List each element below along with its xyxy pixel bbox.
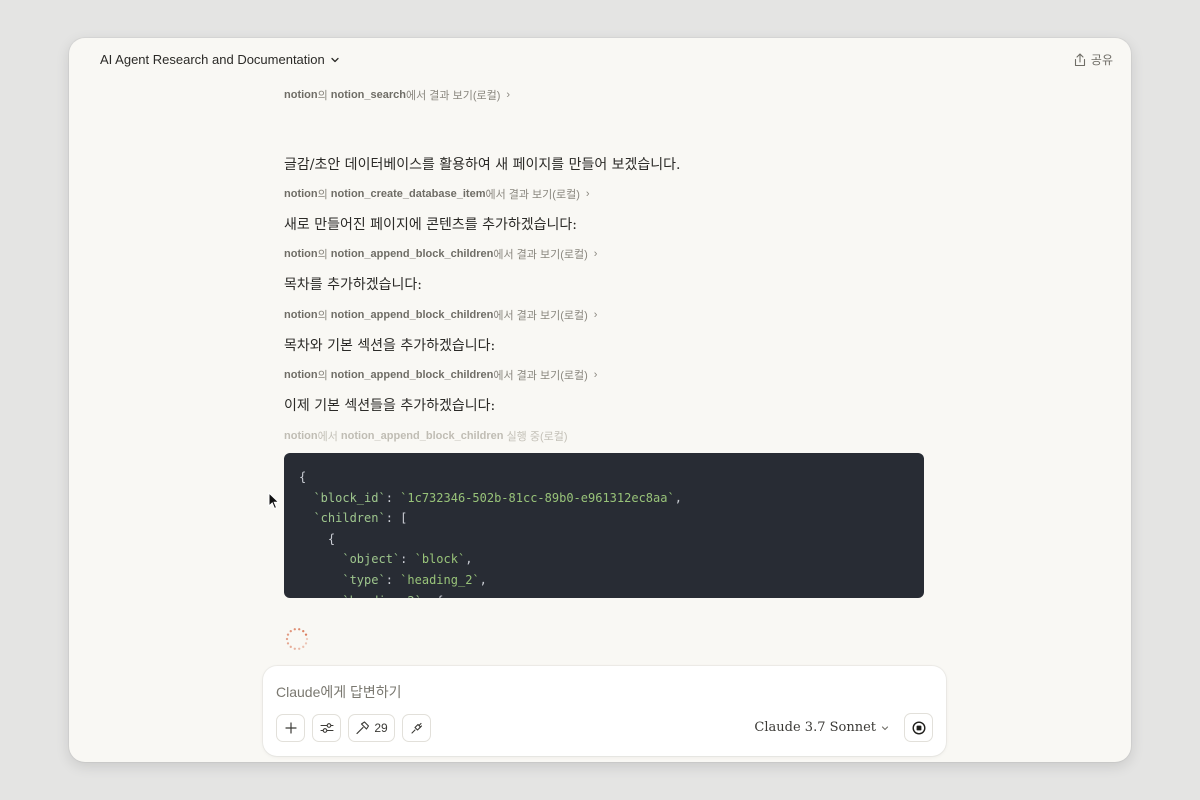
assistant-message: 글감/초안 데이터베이스를 활용하여 새 페이지를 만들어 보겠습니다.	[284, 157, 681, 173]
spinner-dot	[285, 637, 289, 641]
tools-count: 29	[374, 721, 388, 735]
integrations-button[interactable]	[402, 714, 431, 742]
tool-suffix: 에서 결과 보기(로컬)	[485, 189, 580, 201]
spinner-dot	[302, 645, 305, 648]
tool-name: notion_create_database_item	[330, 188, 486, 200]
stop-icon	[911, 720, 926, 735]
tool-name: notion_append_block_children	[330, 248, 494, 260]
tool-server: notion	[284, 89, 318, 101]
code-line: {	[299, 531, 336, 546]
code-line: `type`: `heading_2`,	[342, 572, 487, 587]
spinner-dot	[289, 630, 292, 633]
tool-suffix: 에서 결과 보기(로컬)	[493, 310, 588, 322]
tool-server: notion	[284, 369, 318, 381]
tool-particle: 의	[317, 189, 328, 201]
project-title: AI Agent Research and Documentation	[100, 52, 325, 67]
tool-suffix: 에서 결과 보기(로컬)	[493, 249, 588, 261]
assistant-message: 이제 기본 섹션들을 추가하겠습니다:	[284, 398, 496, 414]
spinner-dot	[298, 628, 301, 631]
mouse-cursor-icon	[268, 492, 280, 510]
code-line: `block_id`: `1c732346-502b-81cc-89b0-e96…	[313, 490, 682, 505]
chevron-down-icon	[881, 725, 889, 730]
tool-name: notion_append_block_children	[330, 309, 494, 321]
tool-name: notion_append_block_children	[340, 430, 504, 442]
tool-result-link[interactable]: notion 의 notion_create_database_item 에서 결과…	[284, 186, 590, 202]
tool-server: notion	[284, 430, 318, 442]
tool-server: notion	[284, 188, 318, 200]
chevron-right-icon: ›	[506, 89, 511, 101]
tool-server: notion	[284, 309, 318, 321]
assistant-message: 새로 만들어진 페이지에 콘텐츠를 추가하겠습니다:	[284, 217, 577, 233]
chevron-right-icon: ›	[585, 188, 590, 200]
assistant-message: 목차와 기본 섹션을 추가하겠습니다:	[284, 338, 496, 354]
tool-particle: 에서	[317, 431, 338, 443]
plug-icon	[410, 722, 422, 734]
tool-result-link[interactable]: notion 의 notion_append_block_children 에서 결…	[284, 246, 597, 262]
spinner-dot	[289, 645, 292, 648]
chevron-right-icon: ›	[593, 369, 598, 381]
reply-input[interactable]: Claude에게 답변하기	[276, 682, 402, 702]
hammer-icon	[356, 721, 370, 735]
tool-particle: 의	[317, 310, 328, 322]
message-composer[interactable]: Claude에게 답변하기 29 Claude 3.7 Sonnet	[263, 666, 946, 756]
code-line: `object`: `block`,	[342, 552, 473, 567]
tool-result-link[interactable]: notion 의 notion_append_block_children 에서 결…	[284, 307, 597, 323]
loading-spinner-icon	[285, 628, 309, 650]
tool-particle: 의	[317, 370, 328, 382]
sliders-icon	[319, 723, 334, 733]
app-window: AI Agent Research and Documentation 공유 n…	[69, 38, 1131, 762]
code-line: {	[299, 470, 307, 484]
tool-particle: 의	[317, 90, 328, 102]
add-attachment-button[interactable]	[276, 714, 305, 742]
tool-suffix: 실행 중(로컬)	[506, 431, 568, 443]
project-title-dropdown[interactable]: AI Agent Research and Documentation	[100, 52, 341, 67]
assistant-message: 목차를 추가하겠습니다:	[284, 277, 422, 293]
share-label: 공유	[1090, 53, 1113, 67]
tool-input-code-block[interactable]: { `block_id`: `1c732346-502b-81cc-89b0-e…	[284, 453, 924, 598]
plus-icon	[284, 722, 297, 734]
spinner-dot	[304, 642, 308, 645]
share-icon	[1074, 52, 1085, 66]
tool-result-link[interactable]: notion 의 notion_append_block_children 에서 결…	[284, 367, 597, 383]
spinner-dot	[298, 647, 301, 650]
model-label: Claude 3.7 Sonnet	[754, 720, 876, 735]
tool-server: notion	[284, 248, 318, 260]
model-selector[interactable]: Claude 3.7 Sonnet	[754, 720, 890, 735]
chevron-right-icon: ›	[593, 248, 598, 260]
code-line: `children`: [	[313, 511, 408, 526]
tool-suffix: 에서 결과 보기(로컬)	[405, 90, 501, 102]
tools-button[interactable]: 29	[348, 714, 395, 742]
tool-particle: 의	[317, 249, 328, 261]
spinner-dot	[302, 630, 305, 633]
share-button[interactable]: 공유	[1074, 51, 1113, 68]
tool-result-link[interactable]: notion 의 notion_search 에서 결과 보기(로컬) ›	[284, 87, 510, 103]
chevron-down-icon	[331, 57, 339, 62]
spinner-dot	[286, 642, 290, 645]
tool-name: notion_append_block_children	[330, 369, 494, 381]
code-line: `heading_2`: {	[299, 591, 909, 598]
spinner-dot	[286, 633, 290, 636]
running-tool-status[interactable]: notion 에서 notion_append_block_children 실행…	[284, 428, 568, 444]
chevron-right-icon: ›	[593, 309, 598, 321]
spinner-dot	[305, 637, 309, 641]
spinner-dot	[293, 628, 296, 631]
top-bar: AI Agent Research and Documentation 공유	[69, 38, 1131, 84]
settings-button[interactable]	[312, 714, 341, 742]
tool-name: notion_search	[330, 89, 406, 101]
spinner-dot	[304, 633, 308, 636]
tool-suffix: 에서 결과 보기(로컬)	[493, 370, 588, 382]
spinner-dot	[293, 647, 296, 650]
stop-generation-button[interactable]	[904, 713, 933, 742]
